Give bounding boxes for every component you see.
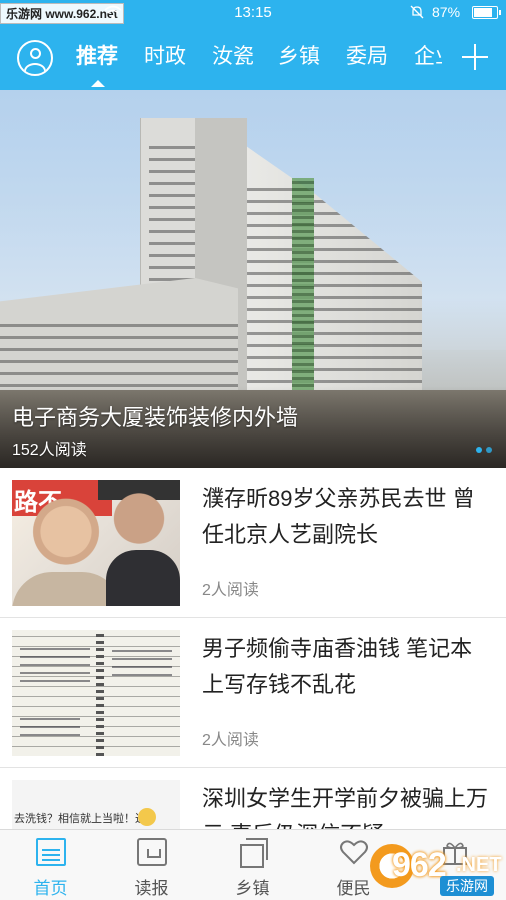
- banner-read-count: 152人阅读: [12, 442, 87, 459]
- channel-tabs: 推荐 时政 汝瓷 乡镇 委局 企业: [68, 26, 442, 90]
- carousel-dot-active[interactable]: [476, 447, 482, 453]
- thumbnail-caption: 去洗钱？相信就上当啦！近: [14, 813, 146, 825]
- active-tab-indicator: [91, 80, 105, 87]
- handwriting: [112, 644, 172, 682]
- news-thumbnail-photo: 路不: [12, 480, 180, 606]
- news-read-count: 2人阅读: [202, 582, 259, 599]
- carousel-dot[interactable]: [486, 447, 492, 453]
- tab-committees[interactable]: 委局: [346, 44, 388, 70]
- bottom-tab-label: 乡镇: [235, 879, 270, 898]
- green-scaffolding: [292, 178, 314, 398]
- person-left: [26, 498, 106, 594]
- battery-fill: [474, 8, 492, 17]
- tab-ru-porcelain[interactable]: 汝瓷: [212, 44, 254, 70]
- user-avatar-icon[interactable]: [17, 40, 53, 76]
- channel-nav-bar: 推荐 时政 汝瓷 乡镇 委局 企业: [0, 26, 506, 90]
- logo-subtitle: 乐游网: [440, 876, 494, 896]
- bottom-tab-newspaper[interactable]: 读报: [101, 830, 202, 900]
- handwriting: [20, 644, 90, 688]
- news-icon: [36, 838, 66, 866]
- avatar-shoulders: [24, 63, 46, 74]
- bottom-tab-townships[interactable]: 乡镇: [202, 830, 303, 900]
- status-bar: 乐游网 www.962.net 13:15 87%: [0, 0, 506, 26]
- battery-icon: [472, 6, 501, 19]
- cat-emoji-icon: [138, 808, 156, 826]
- tab-enterprises[interactable]: 企业: [414, 44, 442, 70]
- news-item[interactable]: 男子频偷寺庙香油钱 笔记本上写存钱不乱花 2人阅读: [0, 618, 506, 768]
- person-right: [98, 480, 180, 590]
- battery-percent: 87%: [432, 4, 461, 20]
- news-read-count: 2人阅读: [202, 732, 259, 749]
- newspaper-icon: [137, 838, 167, 866]
- bottom-tab-label: 读报: [134, 879, 169, 898]
- news-title: 濮存昕89岁父亲苏民去世 曾任北京人艺副院长: [202, 486, 475, 547]
- stack-icon: [238, 838, 268, 868]
- news-item[interactable]: 路不 濮存昕89岁父亲苏民去世 曾任北京人艺副院长 2人阅读: [0, 468, 506, 618]
- handwriting: [20, 712, 80, 742]
- bottom-tab-label: 首页: [33, 879, 68, 898]
- bottom-tab-home[interactable]: 首页: [0, 830, 101, 900]
- tab-townships[interactable]: 乡镇: [278, 44, 320, 70]
- avatar-head: [30, 48, 41, 59]
- status-time: 13:15: [234, 4, 272, 21]
- banner-carousel[interactable]: 电子商务大厦装饰装修内外墙 152人阅读: [0, 90, 506, 468]
- banner-title[interactable]: 电子商务大厦装饰装修内外墙: [12, 403, 298, 433]
- news-thumbnail-notebook: [12, 630, 180, 756]
- tab-politics[interactable]: 时政: [144, 44, 186, 70]
- heart-icon: [339, 838, 369, 866]
- site-logo-watermark: 962 .NET 乐游网: [370, 840, 502, 896]
- bell-muted-icon: [410, 5, 424, 19]
- tab-recommended[interactable]: 推荐: [76, 44, 118, 70]
- logo-domain: .NET: [456, 854, 502, 876]
- add-channel-button[interactable]: [460, 42, 490, 72]
- logo-number: 962: [392, 846, 447, 884]
- notebook-spiral: [96, 630, 104, 756]
- news-title: 男子频偷寺庙香油钱 笔记本上写存钱不乱花: [202, 636, 473, 697]
